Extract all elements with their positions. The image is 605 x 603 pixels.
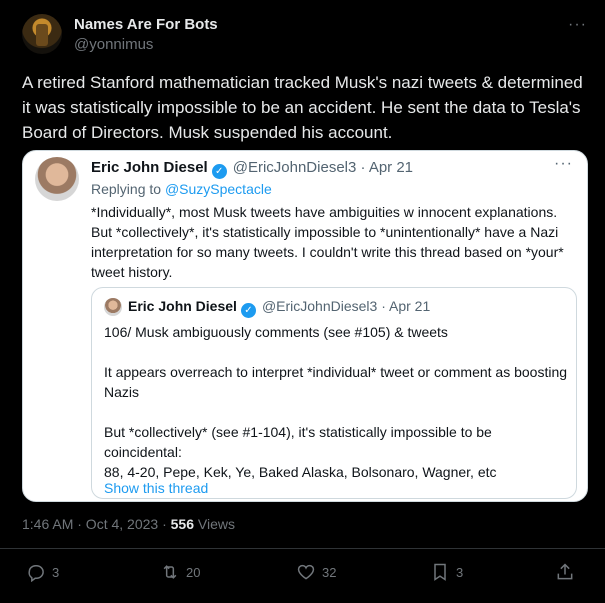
retweet-count: 20 xyxy=(186,564,201,580)
share-icon xyxy=(557,563,573,580)
reply-count: 3 xyxy=(52,564,60,580)
bookmark-button[interactable]: 3 xyxy=(430,562,463,582)
inner-tweet-text: 106/ Musk ambiguously comments (see #105… xyxy=(104,322,569,482)
replying-mention-link[interactable]: @SuzySpectacle xyxy=(165,181,272,197)
reply-icon xyxy=(28,565,44,582)
bookmark-icon xyxy=(434,563,446,581)
author-name[interactable]: Names Are For Bots xyxy=(74,16,218,33)
like-count: 32 xyxy=(322,564,337,580)
more-options-icon[interactable]: ··· xyxy=(568,16,587,34)
bookmark-count: 3 xyxy=(456,564,464,580)
tweet-text: A retired Stanford mathematician tracked… xyxy=(22,73,583,142)
show-thread-link[interactable]: Show this thread xyxy=(104,480,208,496)
like-button[interactable]: 32 xyxy=(296,562,336,582)
inner-paragraph-line: But *collectively* (see #1-104), it's st… xyxy=(104,424,492,460)
quoted-author-name[interactable]: Eric John Diesel xyxy=(91,159,208,176)
quoted-more-icon[interactable]: ··· xyxy=(554,155,573,173)
reply-button[interactable]: 3 xyxy=(26,562,59,582)
share-button[interactable] xyxy=(555,562,581,582)
inner-paragraph: 106/ Musk ambiguously comments (see #105… xyxy=(104,324,448,340)
author-avatar[interactable] xyxy=(22,14,62,54)
tweet-header: Names Are For Bots @yonnimus ··· xyxy=(22,12,587,62)
verified-badge-icon: ✓ xyxy=(211,164,227,179)
action-bar: 3 20 32 3 xyxy=(22,562,587,590)
tweet-meta: 1:46 AM · Oct 4, 2023 · 556 Views xyxy=(22,516,235,532)
inner-author-name: Eric John Diesel xyxy=(128,298,237,314)
inner-quoted-tweet[interactable]: Eric John Diesel ✓ @EricJohnDiesel3 · Apr … xyxy=(91,287,577,499)
divider xyxy=(0,548,605,549)
verified-badge-icon: ✓ xyxy=(240,303,256,318)
replying-to: Replying to @SuzySpectacle xyxy=(91,181,272,197)
timestamp[interactable]: 1:46 AM · Oct 4, 2023 · xyxy=(22,516,171,532)
inner-paragraph: But *collectively* (see #1-104), it's st… xyxy=(104,422,569,482)
inner-author-avatar xyxy=(104,298,122,316)
quoted-tweet-text: *Individually*, most Musk tweets have am… xyxy=(91,204,564,280)
retweet-icon xyxy=(163,565,177,579)
quoted-tweet-card[interactable]: Eric John Diesel ✓ @EricJohnDiesel3 · Apr … xyxy=(22,150,588,502)
views-label: Views xyxy=(194,516,235,532)
retweet-button[interactable]: 20 xyxy=(160,562,200,582)
heart-icon xyxy=(297,564,315,580)
inner-handle-date: @EricJohnDiesel3 · Apr 21 xyxy=(261,298,431,314)
inner-paragraph-line: 88, 4-20, Pepe, Kek, Ye, Baked Alaska, B… xyxy=(104,464,497,480)
inner-author-line: Eric John Diesel ✓ @EricJohnDiesel3 · Apr … xyxy=(128,298,430,318)
replying-prefix: Replying to xyxy=(91,181,165,197)
views-count: 556 xyxy=(170,516,194,532)
quoted-handle-date: @EricJohnDiesel3 · Apr 21 xyxy=(232,159,414,176)
inner-paragraph: It appears overreach to interpret *indiv… xyxy=(104,364,568,400)
author-handle[interactable]: @yonnimus xyxy=(74,36,153,53)
quoted-author-line: Eric John Diesel ✓ @EricJohnDiesel3 · Apr … xyxy=(91,159,413,179)
quoted-author-avatar[interactable] xyxy=(35,157,79,201)
